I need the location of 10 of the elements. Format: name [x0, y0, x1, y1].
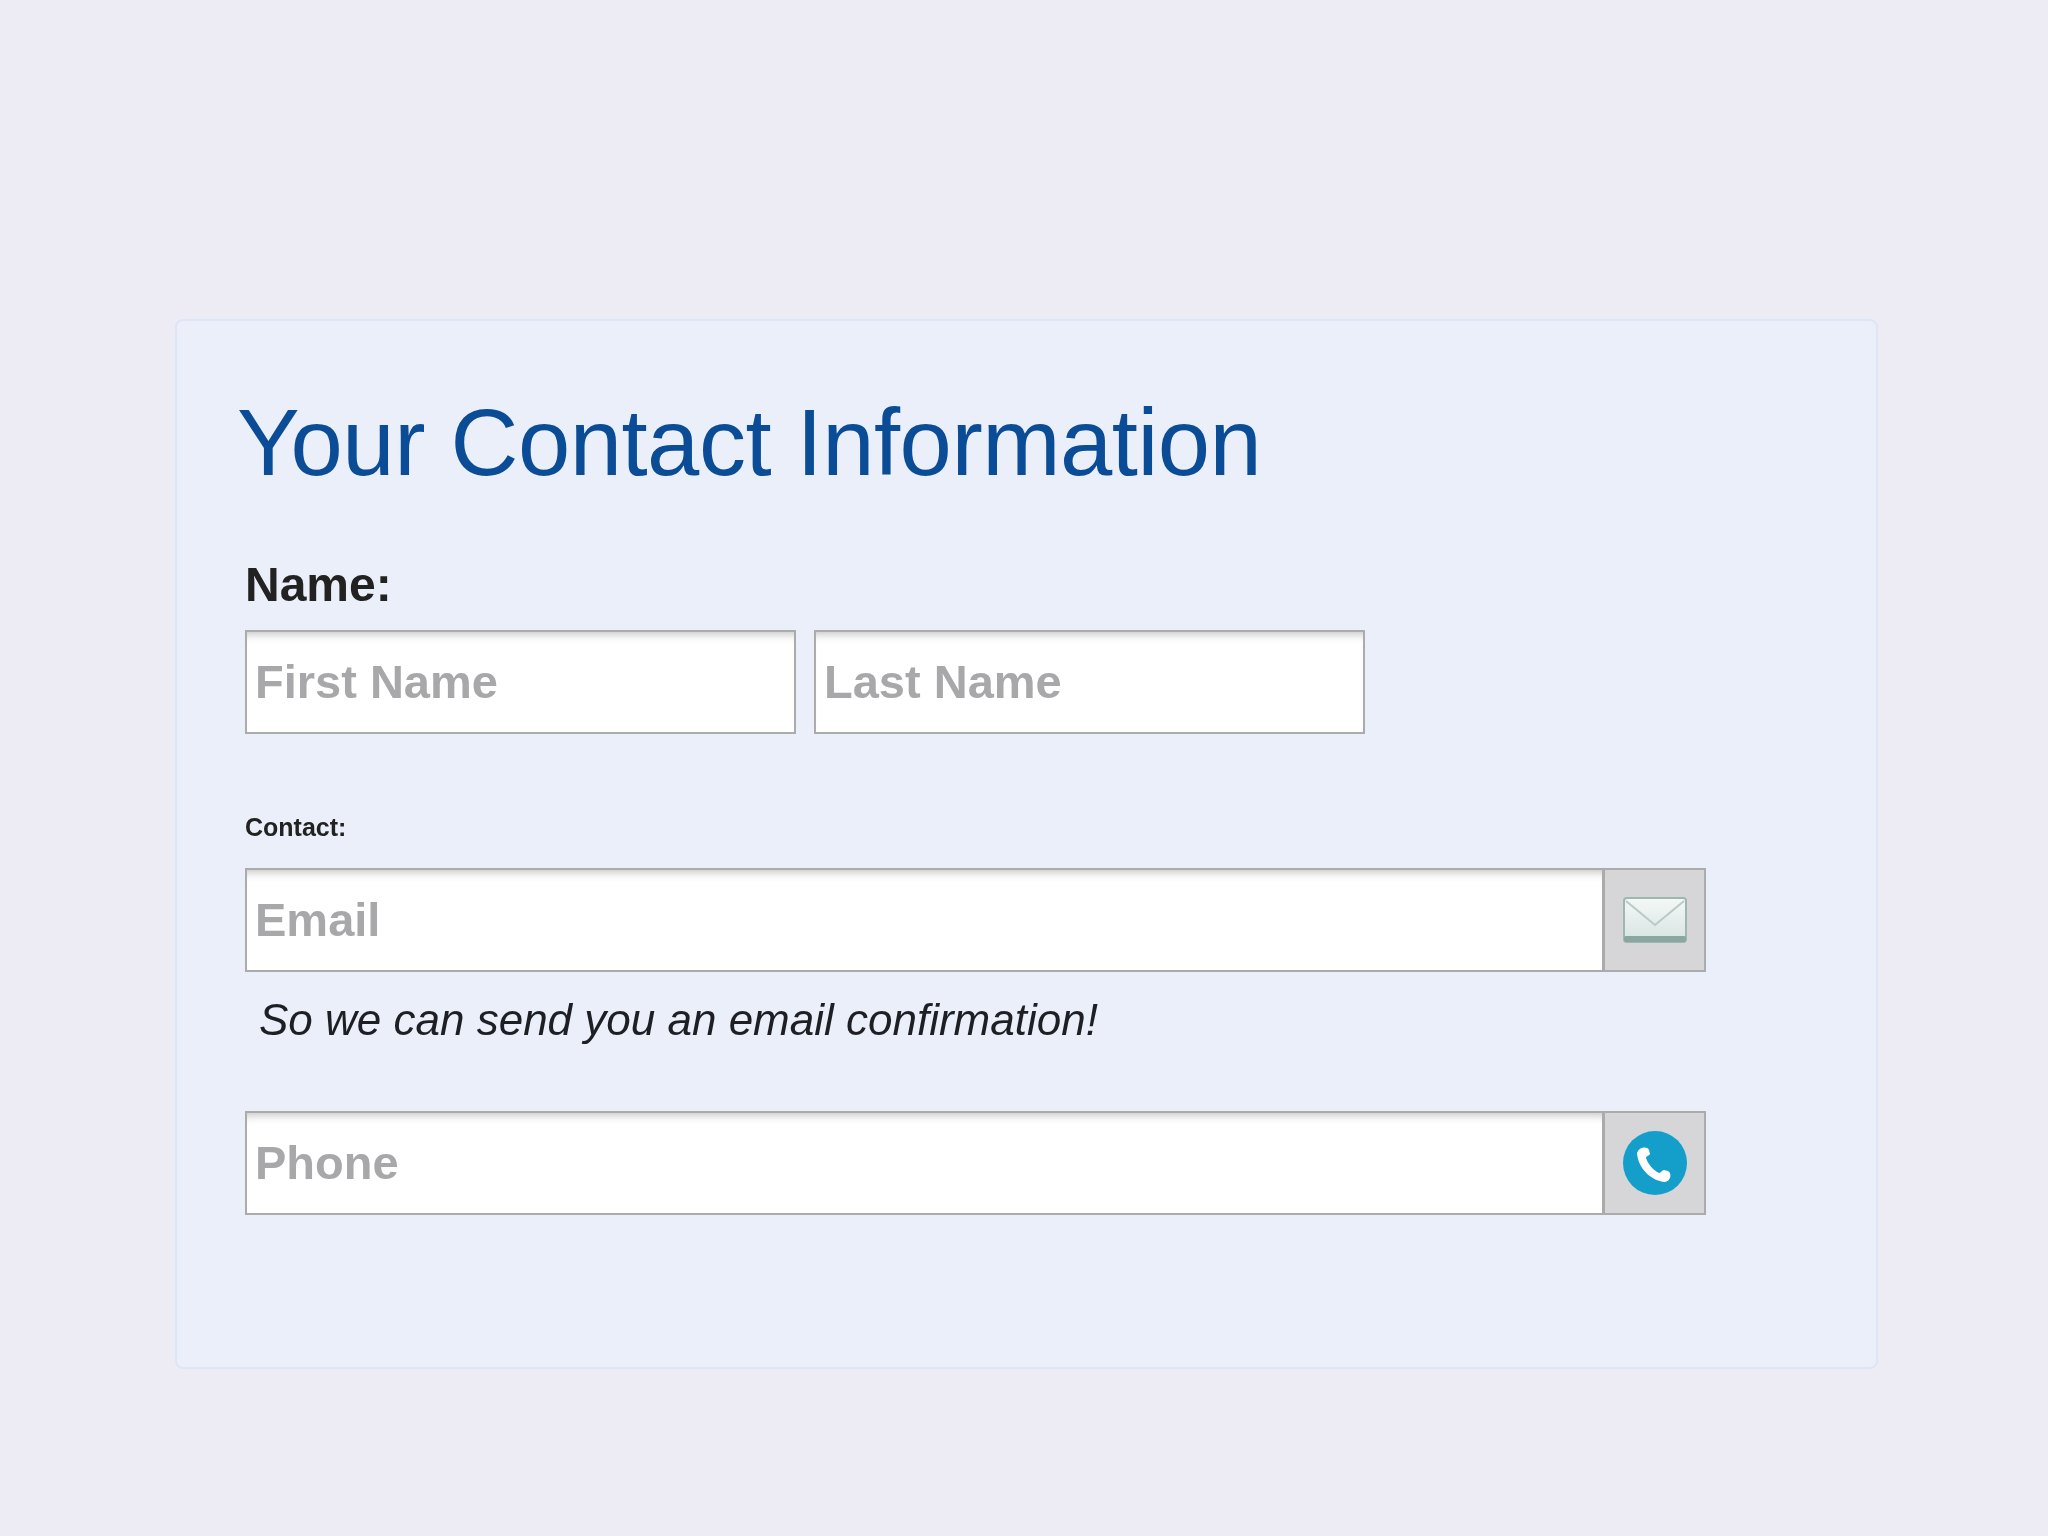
email-input-field[interactable]: Email [245, 868, 1604, 972]
phone-input-field[interactable]: Phone [245, 1110, 1604, 1215]
phone-icon [1622, 1130, 1687, 1195]
form-title: Your Contact Information [237, 391, 1263, 495]
envelope-icon [1622, 897, 1687, 943]
help-text: So we can send you an email confirmation! [259, 994, 1099, 1046]
name-label: Name: [245, 557, 393, 614]
contact-label: Contact: [245, 812, 348, 842]
name-input-field[interactable]: Last Name [814, 630, 1365, 734]
name-input-field[interactable]: First Name [245, 630, 796, 734]
